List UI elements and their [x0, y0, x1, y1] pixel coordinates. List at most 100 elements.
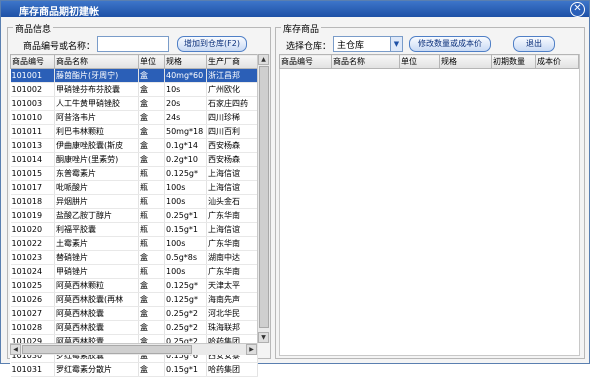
- table-row[interactable]: 101013 伊曲康唑胶囊(斯皮盒 0.1g*14 西安杨森: [10, 138, 258, 153]
- table-cell: 0.15g*1: [164, 222, 207, 237]
- table-cell: 101018: [10, 194, 55, 209]
- search-input[interactable]: [97, 36, 169, 52]
- table-cell: 土霉素片: [54, 236, 139, 251]
- vscroll-thumb[interactable]: [259, 66, 269, 328]
- table-cell: 101010: [10, 110, 55, 125]
- table-cell: 阿莫西林颗粒: [54, 278, 139, 293]
- table-cell: 吡哌酸片: [54, 180, 139, 195]
- table-row[interactable]: 101027 阿莫西林胶囊盒 0.25g*2 河北华民: [10, 306, 258, 321]
- scroll-down-icon[interactable]: ▼: [258, 332, 269, 343]
- warehouse-select-value: 主仓库: [337, 41, 365, 51]
- table-row[interactable]: 101002 甲硝锉芬布芬胶囊盒 10s 广州欧化: [10, 82, 258, 97]
- table-cell: 101002: [10, 82, 55, 97]
- table-cell: 上海信谊: [206, 166, 258, 181]
- table-row[interactable]: 101031 罗红霉素分散片盒 0.15g*1 哈药集团: [10, 362, 258, 377]
- stock-col-header[interactable]: 规格: [439, 54, 492, 69]
- close-icon[interactable]: ✕: [570, 2, 585, 17]
- main-window: 库存商品期初建帐 ✕ 商品信息 商品编号或名称： 增加到仓库(F2) 商品编号商…: [0, 0, 590, 377]
- stock-col-header[interactable]: 初期数量: [491, 54, 536, 69]
- table-cell: 西安杨森: [206, 138, 258, 153]
- stock-col-header[interactable]: 商品编号: [279, 54, 332, 69]
- table-cell: 盒: [138, 250, 165, 265]
- table-row[interactable]: 101014 酮康唑片(里素劳) 盒 0.2g*10 西安杨森: [10, 152, 258, 167]
- table-cell: 盒: [138, 320, 165, 335]
- modify-qty-cost-button[interactable]: 修改数量或成本价: [409, 36, 491, 52]
- table-row[interactable]: 101011 利巴韦林颗粒盒 50mg*18 四川百利: [10, 124, 258, 139]
- product-col-header[interactable]: 规格: [164, 54, 207, 69]
- table-cell: 瓶: [138, 180, 165, 195]
- table-cell: 0.25g*1: [164, 208, 207, 223]
- table-row[interactable]: 101019 盐酸乙胺丁醇片瓶 0.25g*1 广东华南: [10, 208, 258, 223]
- table-cell: 101014: [10, 152, 55, 167]
- table-cell: 甲硝锉片: [54, 264, 139, 279]
- table-cell: 盒: [138, 96, 165, 111]
- hscroll-thumb[interactable]: [22, 345, 192, 354]
- table-cell: 101024: [10, 264, 55, 279]
- table-cell: 0.2g*10: [164, 152, 207, 167]
- table-cell: 20s: [164, 96, 207, 111]
- table-row[interactable]: 101020 利福平胶囊瓶 0.15g*1 上海信谊: [10, 222, 258, 237]
- table-row[interactable]: 101028 阿莫西林胶囊盒 0.25g*2 珠海联邦: [10, 320, 258, 335]
- table-row[interactable]: 101024 甲硝锉片瓶 100s 广东华南: [10, 264, 258, 279]
- product-col-header[interactable]: 商品名称: [54, 54, 139, 69]
- table-cell: 0.15g*1: [164, 362, 207, 377]
- product-col-header[interactable]: 生产厂商: [206, 54, 258, 69]
- table-cell: 广东华南: [206, 236, 258, 251]
- table-cell: 100s: [164, 264, 207, 279]
- scroll-up-icon[interactable]: ▲: [258, 54, 269, 65]
- scroll-left-icon[interactable]: ◀: [10, 344, 21, 355]
- table-row[interactable]: 101022 土霉素片瓶 100s 广东华南: [10, 236, 258, 251]
- table-row[interactable]: 101025 阿莫西林颗粒盒 0.125g* 天津太平: [10, 278, 258, 293]
- product-table-hscroll[interactable]: ◀ ▶: [10, 343, 257, 355]
- table-cell: 甲硝锉芬布芬胶囊: [54, 82, 139, 97]
- product-table-vscroll[interactable]: ▲ ▼: [257, 54, 270, 343]
- table-row[interactable]: 101017 吡哌酸片瓶 100s 上海信谊: [10, 180, 258, 195]
- chevron-down-icon[interactable]: ▼: [390, 37, 402, 51]
- table-cell: 101019: [10, 208, 55, 223]
- table-row[interactable]: 101023 替硝锉片盒 0.5g*8s 湖南中达: [10, 250, 258, 265]
- table-cell: 四川百利: [206, 124, 258, 139]
- table-cell: 101031: [10, 362, 55, 377]
- table-cell: 盒: [138, 68, 165, 83]
- stock-col-header[interactable]: 成本价: [535, 54, 579, 69]
- title-bar: 库存商品期初建帐 ✕: [1, 1, 589, 18]
- table-row[interactable]: 101018 异烟肼片瓶 100s 汕头金石: [10, 194, 258, 209]
- table-cell: 101011: [10, 124, 55, 139]
- table-cell: 石家庄四药: [206, 96, 258, 111]
- table-cell: 罗红霉素分散片: [54, 362, 139, 377]
- stock-col-header[interactable]: 商品名称: [331, 54, 400, 69]
- table-cell: 盒: [138, 278, 165, 293]
- product-info-group-label: 商品信息: [13, 22, 54, 35]
- table-cell: 河北华民: [206, 306, 258, 321]
- table-row[interactable]: 101010 阿昔洛韦片盒 24s 四川珍稀: [10, 110, 258, 125]
- table-cell: 101026: [10, 292, 55, 307]
- table-row[interactable]: 101015 东普霉素片瓶 0.125g* 上海信谊: [10, 166, 258, 181]
- table-cell: 101001: [10, 68, 55, 83]
- table-cell: 酮康唑片(里素劳): [54, 152, 139, 167]
- table-cell: 海南先声: [206, 292, 258, 307]
- table-cell: 广州欧化: [206, 82, 258, 97]
- table-row[interactable]: 101003 人工牛黄甲硝锉胶盒 20s 石家庄四药: [10, 96, 258, 111]
- scroll-right-icon[interactable]: ▶: [246, 344, 257, 355]
- table-row[interactable]: 101001 藤茵酯片(牙周宁) 盒 40mg*60 浙江昌邦: [10, 68, 258, 83]
- table-cell: 阿莫西林胶囊: [54, 306, 139, 321]
- table-cell: 伊曲康唑胶囊(斯皮: [54, 138, 139, 153]
- table-cell: 阿莫西林胶囊(再林: [54, 292, 139, 307]
- stock-col-header[interactable]: 单位: [399, 54, 440, 69]
- table-cell: 浙江昌邦: [206, 68, 258, 83]
- warehouse-select[interactable]: 主仓库 ▼: [333, 36, 403, 52]
- table-cell: 24s: [164, 110, 207, 125]
- table-cell: 盒: [138, 110, 165, 125]
- table-cell: 101023: [10, 250, 55, 265]
- table-cell: 湖南中达: [206, 250, 258, 265]
- table-cell: 盒: [138, 362, 165, 377]
- exit-button[interactable]: 退出: [513, 36, 555, 52]
- table-cell: 异烟肼片: [54, 194, 139, 209]
- table-cell: 东普霉素片: [54, 166, 139, 181]
- product-col-header[interactable]: 商品编号: [10, 54, 55, 69]
- add-to-warehouse-button[interactable]: 增加到仓库(F2): [177, 36, 247, 52]
- table-cell: 上海信谊: [206, 180, 258, 195]
- table-cell: 0.125g*: [164, 166, 207, 181]
- product-col-header[interactable]: 单位: [138, 54, 165, 69]
- table-row[interactable]: 101026 阿莫西林胶囊(再林盒 0.125g* 海南先声: [10, 292, 258, 307]
